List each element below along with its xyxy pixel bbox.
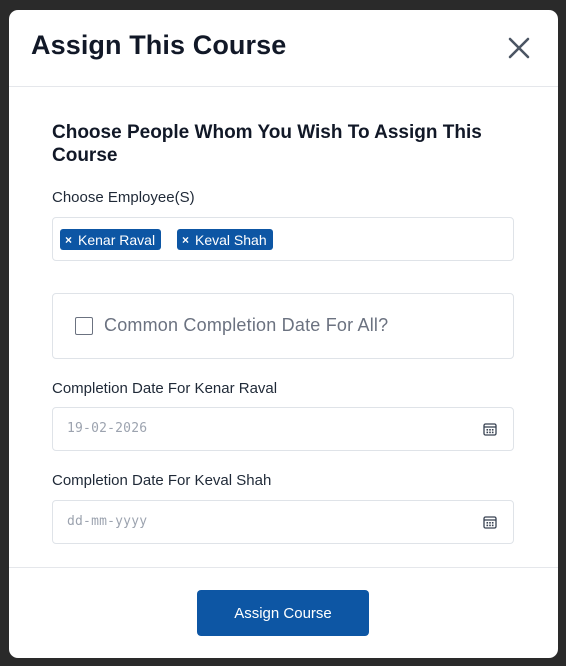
employee-tag: × Kenar Raval — [60, 229, 162, 250]
tag-remove-button[interactable]: × — [65, 233, 72, 247]
modal-footer: Assign Course — [9, 567, 558, 658]
close-button[interactable] — [505, 34, 533, 62]
common-date-panel: Common Completion Date For All? — [52, 293, 514, 359]
close-icon — [508, 37, 530, 59]
employee-tag: × Keval Shah — [177, 229, 273, 250]
section-heading: Choose People Whom You Wish To Assign Th… — [52, 122, 482, 166]
completion-date-input-keval[interactable]: dd-mm-yyyy — [52, 500, 514, 544]
completion-date-label-keval: Completion Date For Keval Shah — [52, 472, 272, 489]
assign-course-button[interactable]: Assign Course — [197, 590, 369, 636]
modal-header: Assign This Course — [9, 10, 558, 87]
employee-multiselect[interactable]: × Kenar Raval × Keval Shah — [52, 217, 514, 261]
employee-tag-label: Keval Shah — [195, 231, 267, 248]
common-date-label[interactable]: Common Completion Date For All? — [104, 315, 388, 336]
date-value: 19-02-2026 — [67, 421, 148, 436]
employees-label: Choose Employee(S) — [52, 189, 195, 206]
common-date-checkbox[interactable] — [75, 317, 93, 335]
modal-title: Assign This Course — [31, 30, 287, 60]
employee-tag-label: Kenar Raval — [78, 231, 156, 248]
completion-date-label-kenar: Completion Date For Kenar Raval — [52, 380, 278, 397]
completion-date-input-kenar[interactable]: 19-02-2026 — [52, 407, 514, 451]
calendar-icon[interactable] — [483, 515, 497, 529]
assign-course-modal: Assign This Course Choose People Whom Yo… — [9, 10, 558, 658]
calendar-icon[interactable] — [483, 422, 497, 436]
date-placeholder: dd-mm-yyyy — [67, 514, 148, 529]
tag-remove-button[interactable]: × — [182, 233, 189, 247]
